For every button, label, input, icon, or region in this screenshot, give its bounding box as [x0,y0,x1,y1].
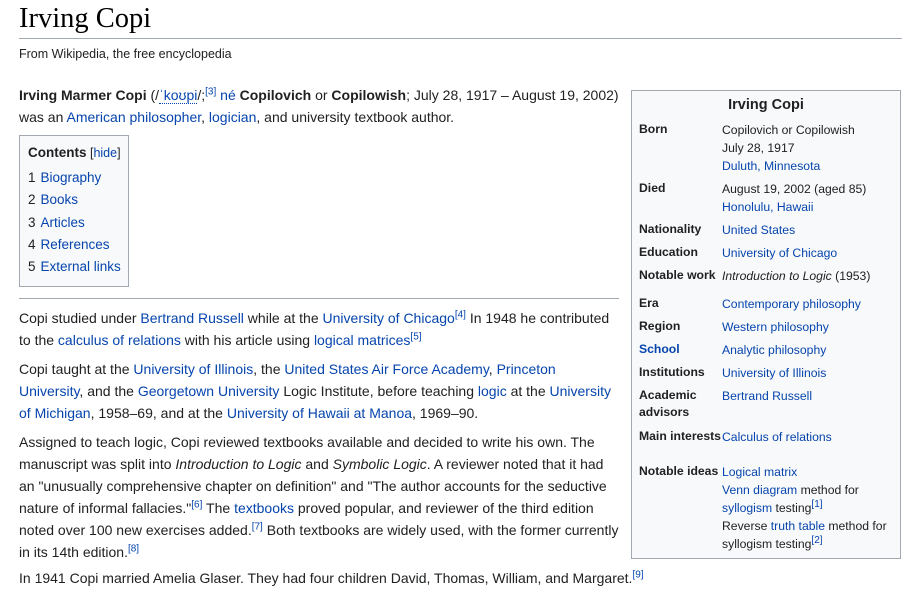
table-of-contents: Contents [hide] 1 Biography 2 Books 3 Artic… [19,135,129,287]
toc-item-references[interactable]: 4 References [28,234,128,256]
ref-link-4[interactable]: [4] [455,309,466,320]
textbooks-link[interactable]: textbooks [234,500,294,516]
ref-link-8[interactable]: [8] [128,543,139,554]
pronunciation-link[interactable]: ˈkoʊpi [159,87,198,104]
toc-hide-toggle[interactable]: hide [93,146,117,160]
ref-link-5[interactable]: [5] [410,331,421,342]
infobox-ref-1[interactable]: [1] [811,499,822,510]
logical-matrices-link[interactable]: logical matrices [314,332,410,348]
bertrand-russell-link[interactable]: Bertrand Russell [140,310,244,326]
page-title: Irving Copi [19,0,902,39]
institution-illinois-link[interactable]: University of Illinois [722,366,826,380]
intro-paragraph: Irving Marmer Copi (/ˈkoʊpi/;[3] né Copi… [19,86,619,125]
logical-matrix-link[interactable]: Logical matrix [722,465,797,479]
section-divider [19,298,619,299]
western-philosophy-link[interactable]: Western philosophy [722,320,829,334]
calculus-of-relations-link[interactable]: calculus of relations [58,332,181,348]
education-link[interactable]: University of Chicago [722,246,837,260]
biography-paragraph-2: Copi taught at the University of Illinoi… [19,361,611,421]
toc-item-articles[interactable]: 3 Articles [28,212,128,234]
ref-link-3[interactable]: [3] [205,86,216,97]
biography-paragraph-1: Copi studied under Bertrand Russell whil… [19,309,610,348]
university-of-chicago-link[interactable]: University of Chicago [323,310,455,326]
syllogism-link[interactable]: syllogism [722,501,772,515]
logician-link[interactable]: logician [209,109,256,125]
duluth-minnesota-link[interactable]: Duluth, Minnesota [722,159,820,173]
truth-table-link[interactable]: truth table [771,519,825,533]
toc-item-biography[interactable]: 1 Biography [28,167,128,189]
toc-item-books[interactable]: 2 Books [28,189,128,211]
university-of-illinois-link[interactable]: University of Illinois [133,361,253,377]
ne-link[interactable]: né [220,87,236,103]
page-tagline: From Wikipedia, the free encyclopedia [19,47,232,61]
logic-link[interactable]: logic [478,383,507,399]
ref-link-7[interactable]: [7] [252,521,263,532]
infobox-title: Irving Copi [728,97,804,113]
united-states-link[interactable]: United States [722,223,795,237]
toc-heading: Contents [28,145,87,160]
advisor-russell-link[interactable]: Bertrand Russell [722,389,812,403]
contemporary-philosophy-link[interactable]: Contemporary philosophy [722,297,861,311]
analytic-philosophy-link[interactable]: Analytic philosophy [722,343,826,357]
interests-calculus-link[interactable]: Calculus of relations [722,430,832,444]
infobox: Irving Copi Born Copilovich or Copilowis… [631,90,901,559]
venn-diagram-link[interactable]: Venn diagram [722,483,797,497]
air-force-academy-link[interactable]: United States Air Force Academy [284,361,488,377]
infobox-ref-2[interactable]: [2] [811,535,822,546]
georgetown-university-link[interactable]: Georgetown University [138,383,280,399]
biography-paragraph-4: In 1941 Copi married Amelia Glaser. They… [19,569,644,586]
university-of-hawaii-link[interactable]: University of Hawaii at Manoa [227,405,412,421]
ref-link-9[interactable]: [9] [632,569,643,580]
toc-item-external-links[interactable]: 5 External links [28,256,128,278]
school-label-link[interactable]: School [639,341,721,358]
honolulu-hawaii-link[interactable]: Honolulu, Hawaii [722,200,813,214]
american-philosopher-link[interactable]: American philosopher [66,109,201,125]
biography-paragraph-3: Assigned to teach logic, Copi reviewed t… [19,434,619,560]
ref-link-6[interactable]: [6] [191,499,202,510]
subject-name: Irving Marmer Copi [19,87,147,103]
